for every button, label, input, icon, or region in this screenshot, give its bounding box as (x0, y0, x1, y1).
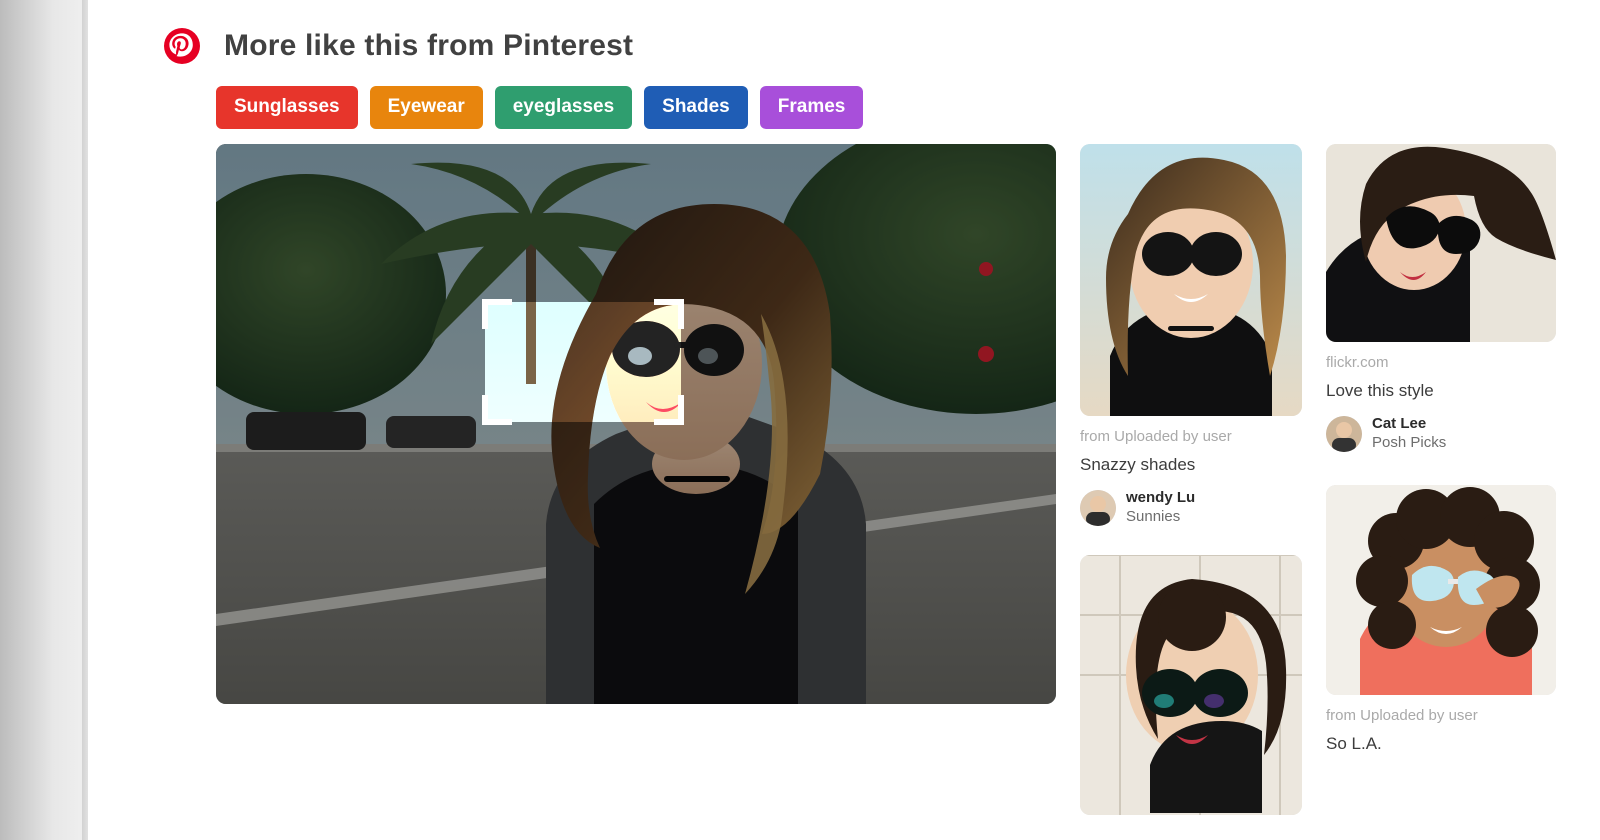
hero-dim-overlay (216, 144, 1056, 704)
pin[interactable] (1080, 555, 1302, 815)
visual-search-region[interactable] (485, 302, 681, 422)
pin-caption: Snazzy shades (1080, 455, 1302, 475)
pin-caption: Love this style (1326, 381, 1556, 401)
roi-corner-tr[interactable] (654, 299, 684, 329)
tag-frames[interactable]: Frames (760, 86, 864, 129)
pin-caption: So L.A. (1326, 734, 1556, 754)
byline-text: wendy Lu Sunnies (1126, 489, 1195, 527)
results-col-1: from Uploaded by user Snazzy shades wend… (1080, 144, 1302, 815)
page-title: More like this from Pinterest (224, 29, 633, 63)
hero-image[interactable] (216, 144, 1056, 704)
byline-name: Cat Lee (1372, 415, 1446, 434)
pinterest-icon (164, 28, 200, 64)
avatar (1326, 416, 1362, 452)
tag-row: Sunglasses Eyewear eyeglasses Shades Fra… (216, 86, 863, 129)
pin-source: from Uploaded by user (1080, 428, 1302, 445)
byline-board: Sunnies (1126, 508, 1195, 527)
tag-sunglasses[interactable]: Sunglasses (216, 86, 358, 129)
pin-source: from Uploaded by user (1326, 707, 1556, 724)
roi-corner-bl[interactable] (482, 395, 512, 425)
pin-image[interactable] (1080, 555, 1302, 815)
device-frame-left (0, 0, 88, 840)
byline-board: Posh Picks (1372, 434, 1446, 453)
results-col-2: flickr.com Love this style Cat Lee Posh … (1326, 144, 1556, 754)
pin-image[interactable] (1326, 144, 1556, 342)
tag-eyeglasses[interactable]: eyeglasses (495, 86, 632, 129)
pin-image[interactable] (1326, 485, 1556, 695)
pin-byline[interactable]: wendy Lu Sunnies (1080, 489, 1302, 527)
header: More like this from Pinterest (164, 28, 633, 64)
pin-image[interactable] (1080, 144, 1302, 416)
pin[interactable]: flickr.com Love this style Cat Lee Posh … (1326, 144, 1556, 457)
tag-shades[interactable]: Shades (644, 86, 748, 129)
pin[interactable]: from Uploaded by user So L.A. (1326, 485, 1556, 754)
avatar (1080, 490, 1116, 526)
tag-eyewear[interactable]: Eyewear (370, 86, 483, 129)
content: from Uploaded by user Snazzy shades wend… (216, 144, 1600, 840)
roi-corner-br[interactable] (654, 395, 684, 425)
pin-byline[interactable]: Cat Lee Posh Picks (1326, 415, 1556, 453)
byline-text: Cat Lee Posh Picks (1372, 415, 1446, 453)
roi-bright (485, 302, 681, 422)
pin[interactable]: from Uploaded by user Snazzy shades wend… (1080, 144, 1302, 545)
roi-corner-tl[interactable] (482, 299, 512, 329)
pin-source: flickr.com (1326, 354, 1556, 371)
app-surface: More like this from Pinterest Sunglasses… (88, 0, 1600, 840)
byline-name: wendy Lu (1126, 489, 1195, 508)
